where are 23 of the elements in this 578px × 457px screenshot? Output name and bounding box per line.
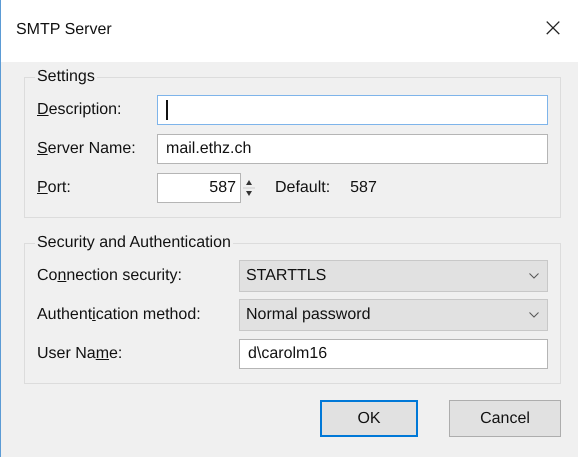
dropdown[interactable]: Normal password [239, 298, 548, 330]
chevron-down-icon [529, 272, 539, 278]
group-title: Security and Authentication [36, 234, 232, 252]
field-label: Server Name: [37, 140, 137, 158]
default-label: Default: [275, 178, 330, 196]
close-button[interactable]: × [528, 8, 578, 48]
chevron-down-icon [529, 312, 539, 318]
group-title: Settings [36, 68, 96, 86]
field-label: Description: [37, 100, 122, 118]
field-label: User Name: [37, 344, 124, 362]
text-cursor [166, 100, 168, 120]
field-label: Authentication method: [37, 306, 202, 324]
field-label: Port: [37, 178, 72, 196]
dialog-button[interactable]: Cancel [449, 400, 561, 437]
default-value: 587 [350, 178, 377, 196]
input-field[interactable]: d\carolm16 [239, 338, 548, 368]
input-field[interactable] [157, 94, 548, 124]
dialog-button[interactable]: OK [320, 400, 418, 437]
dropdown[interactable]: STARTTLS [239, 260, 548, 292]
number-field[interactable]: 587 [157, 172, 241, 202]
input-field[interactable]: mail.ethz.ch [157, 134, 548, 164]
field-label: Connection security: [37, 266, 183, 284]
window-title: SMTP Server [16, 20, 112, 38]
